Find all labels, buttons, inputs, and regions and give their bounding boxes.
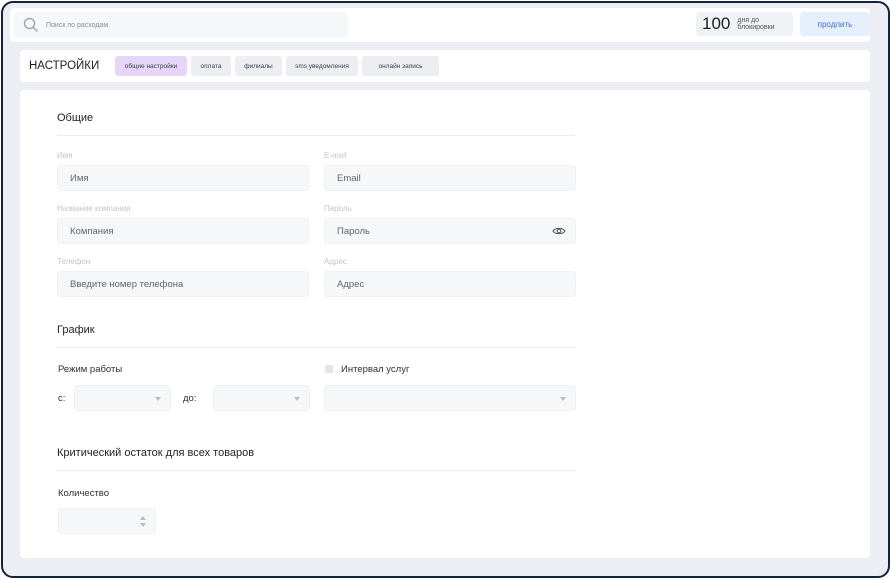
divider bbox=[57, 347, 575, 348]
email-label: E-mail bbox=[324, 151, 347, 160]
company-label: Название компании bbox=[57, 204, 131, 213]
name-input[interactable] bbox=[68, 171, 272, 185]
settings-bar: НАСТРОЙКИ общие настройки оплата филиалы… bbox=[20, 50, 870, 82]
quantity-label: Количество bbox=[58, 488, 110, 499]
quantity-stepper[interactable] bbox=[58, 508, 156, 534]
chevron-down-icon bbox=[155, 397, 161, 401]
address-label: Адрес bbox=[324, 257, 347, 266]
days-count: 100 bbox=[702, 14, 731, 33]
work-mode-label: Режим работы bbox=[58, 364, 123, 375]
time-to-select[interactable] bbox=[213, 385, 310, 411]
stock-section-title: Критический остаток для всех товаров bbox=[57, 447, 255, 459]
company-input[interactable] bbox=[68, 224, 272, 238]
interval-checkbox[interactable] bbox=[325, 365, 333, 373]
tab-sms-notifications[interactable]: sms уведомления bbox=[286, 56, 358, 76]
password-label: Пароль bbox=[324, 204, 352, 213]
page-title: НАСТРОЙКИ bbox=[29, 60, 100, 72]
phone-input[interactable] bbox=[68, 277, 272, 291]
divider bbox=[57, 135, 575, 136]
chevron-down-icon bbox=[560, 397, 566, 401]
app-window: 100 дня до блокировки продлить НАСТРОЙКИ… bbox=[1, 1, 890, 578]
days-until-block: 100 дня до блокировки bbox=[696, 12, 793, 36]
email-field[interactable] bbox=[324, 165, 576, 191]
address-input[interactable] bbox=[335, 277, 539, 291]
name-field[interactable] bbox=[57, 165, 309, 191]
tab-branches[interactable]: филиалы bbox=[235, 56, 282, 76]
schedule-section-title: График bbox=[57, 324, 95, 336]
password-field[interactable] bbox=[324, 218, 576, 244]
tab-online-booking[interactable]: онлайн запись bbox=[362, 56, 439, 76]
email-input[interactable] bbox=[335, 171, 539, 185]
name-label: Имя bbox=[57, 151, 73, 160]
from-label: с: bbox=[58, 393, 66, 404]
stepper-down-icon[interactable] bbox=[140, 523, 146, 527]
general-section-title: Общие bbox=[57, 112, 94, 124]
top-bar: 100 дня до блокировки продлить bbox=[10, 8, 870, 42]
days-label: дня до блокировки bbox=[737, 17, 775, 31]
eye-icon[interactable] bbox=[552, 226, 566, 236]
password-input[interactable] bbox=[335, 224, 539, 238]
settings-form-card: Общие Имя E-mail Название компании Парол… bbox=[20, 90, 870, 558]
divider bbox=[57, 470, 575, 471]
chevron-down-icon bbox=[294, 397, 300, 401]
phone-field[interactable] bbox=[57, 271, 309, 297]
interval-label: Интервал услуг bbox=[341, 364, 410, 375]
tab-general-settings[interactable]: общие настройки bbox=[115, 56, 187, 76]
address-field[interactable] bbox=[324, 271, 576, 297]
tab-payment[interactable]: оплата bbox=[191, 56, 231, 76]
renew-button[interactable]: продлить bbox=[800, 12, 870, 36]
company-field[interactable] bbox=[57, 218, 309, 244]
search-icon bbox=[23, 17, 38, 32]
stepper-up-icon[interactable] bbox=[140, 516, 146, 520]
search-input[interactable] bbox=[44, 20, 328, 30]
search-box[interactable] bbox=[14, 12, 348, 38]
to-label: до: bbox=[183, 393, 197, 404]
phone-label: Телефон bbox=[57, 257, 91, 266]
interval-select[interactable] bbox=[324, 385, 576, 411]
time-from-select[interactable] bbox=[74, 385, 171, 411]
